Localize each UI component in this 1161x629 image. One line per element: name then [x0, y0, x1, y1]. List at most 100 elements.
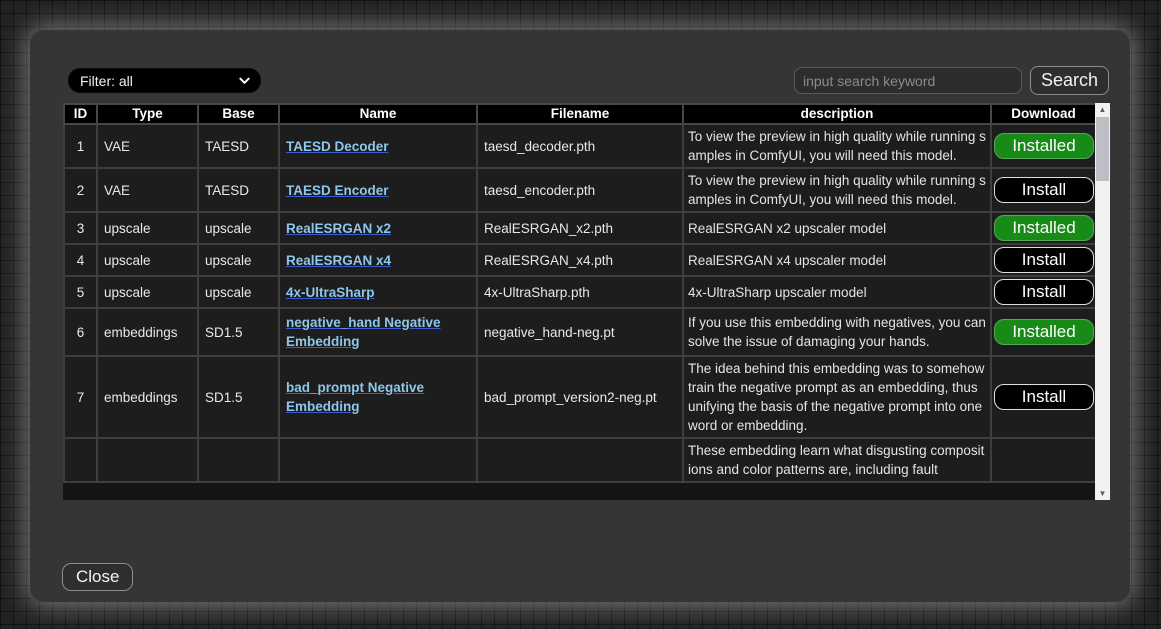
cell-id: 4: [64, 244, 97, 276]
cell-name: negative_hand Negative Embedding: [279, 308, 477, 356]
cell-description: 4x-UltraSharp upscaler model: [683, 276, 991, 308]
table-body: 1 VAE TAESD TAESD Decoder taesd_decoder.…: [64, 124, 1095, 482]
install-button[interactable]: Install: [994, 279, 1094, 305]
model-name-link[interactable]: TAESD Decoder: [286, 139, 389, 154]
cell-filename: negative_hand-neg.pt: [477, 308, 683, 356]
cell-id: 7: [64, 356, 97, 438]
column-header-filename: Filename: [477, 104, 683, 124]
model-name-link[interactable]: RealESRGAN x2: [286, 221, 391, 236]
install-button[interactable]: Install: [994, 177, 1094, 203]
cell-id: 3: [64, 212, 97, 244]
cell-filename: bad_prompt_version2-neg.pt: [477, 356, 683, 438]
table-row: 7 embeddings SD1.5 bad_prompt Negative E…: [64, 356, 1095, 438]
column-header-description: description: [683, 104, 991, 124]
cell-download: Installed: [991, 124, 1095, 168]
table-row: 6 embeddings SD1.5 negative_hand Negativ…: [64, 308, 1095, 356]
cell-description: The idea behind this embedding was to so…: [683, 356, 991, 438]
cell-type: upscale: [97, 276, 198, 308]
cell-id: 2: [64, 168, 97, 212]
cell-description: RealESRGAN x4 upscaler model: [683, 244, 991, 276]
column-header-type: Type: [97, 104, 198, 124]
scrollbar-up-arrow-icon[interactable]: ▲: [1095, 103, 1110, 116]
installed-button[interactable]: Installed: [994, 319, 1094, 345]
cell-base: upscale: [198, 212, 279, 244]
cell-id: 1: [64, 124, 97, 168]
cell-base: SD1.5: [198, 308, 279, 356]
search-input[interactable]: [794, 67, 1022, 94]
table-scrollbar[interactable]: ▲ ▼: [1095, 103, 1110, 500]
models-table: IDTypeBaseNameFilenamedescriptionDownloa…: [63, 103, 1095, 483]
installed-button[interactable]: Installed: [994, 133, 1094, 159]
table-row: 3 upscale upscale RealESRGAN x2 RealESRG…: [64, 212, 1095, 244]
scrollbar-down-arrow-icon[interactable]: ▼: [1095, 487, 1110, 500]
table-row: 4 upscale upscale RealESRGAN x4 RealESRG…: [64, 244, 1095, 276]
scrollbar-thumb[interactable]: [1096, 117, 1109, 181]
cell-name: 4x-UltraSharp: [279, 276, 477, 308]
cell-filename: 4x-UltraSharp.pth: [477, 276, 683, 308]
cell-description: These embedding learn what disgusting co…: [683, 438, 991, 482]
cell-description: RealESRGAN x2 upscaler model: [683, 212, 991, 244]
comfyui-canvas: { "dialog": { "filter": { "selected": "F…: [0, 0, 1161, 629]
cell-base: TAESD: [198, 168, 279, 212]
cell-download: [991, 438, 1095, 482]
cell-download: Install: [991, 276, 1095, 308]
cell-download: Install: [991, 168, 1095, 212]
cell-filename: RealESRGAN_x2.pth: [477, 212, 683, 244]
cell-download: Installed: [991, 212, 1095, 244]
cell-description: If you use this embedding with negatives…: [683, 308, 991, 356]
table-row: These embedding learn what disgusting co…: [64, 438, 1095, 482]
cell-download: Install: [991, 244, 1095, 276]
cell-description: To view the preview in high quality whil…: [683, 168, 991, 212]
column-header-base: Base: [198, 104, 279, 124]
cell-filename: taesd_encoder.pth: [477, 168, 683, 212]
chevron-down-icon: [239, 77, 250, 85]
cell-type: upscale: [97, 212, 198, 244]
cell-download: Installed: [991, 308, 1095, 356]
cell-type: VAE: [97, 124, 198, 168]
cell-base: upscale: [198, 276, 279, 308]
cell-name: TAESD Encoder: [279, 168, 477, 212]
model-name-link[interactable]: negative_hand Negative Embedding: [286, 315, 441, 349]
column-header-name: Name: [279, 104, 477, 124]
cell-base: [198, 438, 279, 482]
models-table-container: IDTypeBaseNameFilenamedescriptionDownloa…: [63, 103, 1095, 500]
model-name-link[interactable]: TAESD Encoder: [286, 183, 389, 198]
cell-id: 6: [64, 308, 97, 356]
cell-type: embeddings: [97, 308, 198, 356]
search-button[interactable]: Search: [1030, 66, 1109, 95]
cell-filename: taesd_decoder.pth: [477, 124, 683, 168]
cell-filename: [477, 438, 683, 482]
cell-name: TAESD Decoder: [279, 124, 477, 168]
model-name-link[interactable]: bad_prompt Negative Embedding: [286, 380, 424, 414]
install-button[interactable]: Install: [994, 384, 1094, 410]
table-row: 1 VAE TAESD TAESD Decoder taesd_decoder.…: [64, 124, 1095, 168]
cell-type: [97, 438, 198, 482]
filter-select[interactable]: Filter: all: [68, 68, 261, 93]
cell-type: embeddings: [97, 356, 198, 438]
cell-name: bad_prompt Negative Embedding: [279, 356, 477, 438]
cell-name: [279, 438, 477, 482]
cell-filename: RealESRGAN_x4.pth: [477, 244, 683, 276]
cell-name: RealESRGAN x2: [279, 212, 477, 244]
cell-description: To view the preview in high quality whil…: [683, 124, 991, 168]
close-button[interactable]: Close: [62, 563, 133, 591]
cell-download: Install: [991, 356, 1095, 438]
filter-selected-label: Filter: all: [80, 73, 133, 89]
cell-id: [64, 438, 97, 482]
cell-name: RealESRGAN x4: [279, 244, 477, 276]
table-row: 2 VAE TAESD TAESD Encoder taesd_encoder.…: [64, 168, 1095, 212]
model-name-link[interactable]: 4x-UltraSharp: [286, 285, 375, 300]
cell-base: SD1.5: [198, 356, 279, 438]
cell-id: 5: [64, 276, 97, 308]
cell-type: upscale: [97, 244, 198, 276]
install-models-dialog: Filter: all Search IDTypeBaseNameFilenam…: [30, 30, 1130, 602]
installed-button[interactable]: Installed: [994, 215, 1094, 241]
column-header-id: ID: [64, 104, 97, 124]
column-header-download: Download: [991, 104, 1095, 124]
install-button[interactable]: Install: [994, 247, 1094, 273]
cell-type: VAE: [97, 168, 198, 212]
cell-base: TAESD: [198, 124, 279, 168]
table-header-row: IDTypeBaseNameFilenamedescriptionDownloa…: [64, 104, 1095, 124]
model-name-link[interactable]: RealESRGAN x4: [286, 253, 391, 268]
cell-base: upscale: [198, 244, 279, 276]
